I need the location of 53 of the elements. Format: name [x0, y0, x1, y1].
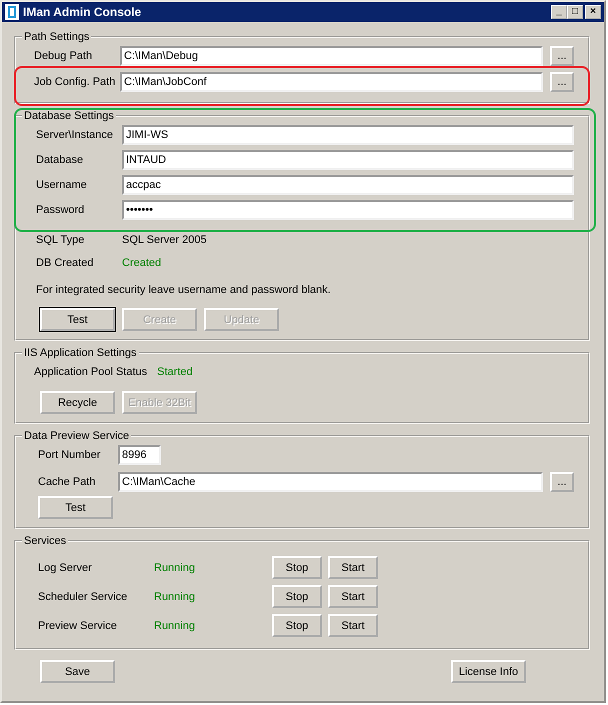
close-button[interactable]: ×	[585, 5, 601, 19]
service-name: Log Server	[37, 562, 93, 574]
field-label: Username	[36, 178, 88, 190]
browse-button[interactable]: ...	[550, 472, 574, 492]
test-button[interactable]: Test	[40, 308, 115, 331]
field-label: Debug Path	[34, 50, 94, 62]
service-name: Scheduler Service	[37, 590, 128, 602]
status-text: Started	[157, 366, 193, 378]
status-text: SQL Server 2005	[122, 234, 207, 246]
minimize-button[interactable]: _	[551, 5, 567, 19]
hint-text: For integrated security leave username and password blank.	[36, 283, 332, 298]
text-field[interactable]: JIMI-WS	[122, 124, 574, 144]
browse-button[interactable]: ...	[550, 46, 574, 66]
group-title: IIS Application Settings	[23, 347, 138, 359]
status-text: Running	[154, 562, 196, 574]
field-label: Database	[36, 154, 84, 166]
group-title: Path Settings	[23, 31, 90, 43]
field-label: Port Number	[38, 448, 102, 460]
recycle-button[interactable]: Recycle	[40, 391, 115, 414]
group-title: Database Settings	[23, 110, 115, 122]
stop-button[interactable]: Stop	[272, 614, 322, 637]
field-label: Cache Path	[38, 476, 96, 488]
field-label: Server\Instance	[36, 128, 114, 140]
port-field[interactable]: 8996	[118, 444, 161, 464]
status-text: Running	[154, 620, 196, 632]
group-title: Data Preview Service	[23, 430, 130, 442]
stop-button[interactable]: Stop	[272, 556, 322, 579]
text-field[interactable]: INTAUD	[122, 150, 574, 170]
window-title: IMan Admin Console	[23, 5, 142, 19]
start-button[interactable]: Start	[328, 585, 378, 608]
text-field[interactable]: •••••••	[122, 200, 574, 220]
service-name: Preview Service	[37, 620, 118, 632]
app-icon	[5, 4, 19, 20]
stop-button[interactable]: Stop	[272, 585, 322, 608]
field-label: Password	[36, 204, 86, 216]
path-field[interactable]: C:\IMan\JobConf	[120, 72, 543, 92]
start-button[interactable]: Start	[328, 556, 378, 579]
field-label: SQL Type	[36, 234, 86, 246]
field-label: Job Config. Path	[34, 76, 116, 88]
group-title: Services	[23, 535, 68, 547]
start-button[interactable]: Start	[328, 614, 378, 637]
path-field[interactable]: C:\IMan\Cache	[118, 472, 543, 492]
status-text: Created	[122, 256, 162, 268]
field-label: Application Pool Status	[34, 366, 148, 378]
save-button[interactable]: Save	[40, 660, 115, 683]
test-button[interactable]: Test	[38, 496, 113, 519]
maximize-button[interactable]: □	[567, 5, 583, 19]
field-label: DB Created	[36, 256, 94, 268]
browse-button[interactable]: ...	[550, 72, 574, 92]
license-info-button[interactable]: License Info	[451, 660, 526, 683]
status-text: Running	[154, 590, 196, 602]
path-field[interactable]: C:\IMan\Debug	[120, 46, 543, 66]
text-field[interactable]: accpac	[122, 174, 574, 194]
